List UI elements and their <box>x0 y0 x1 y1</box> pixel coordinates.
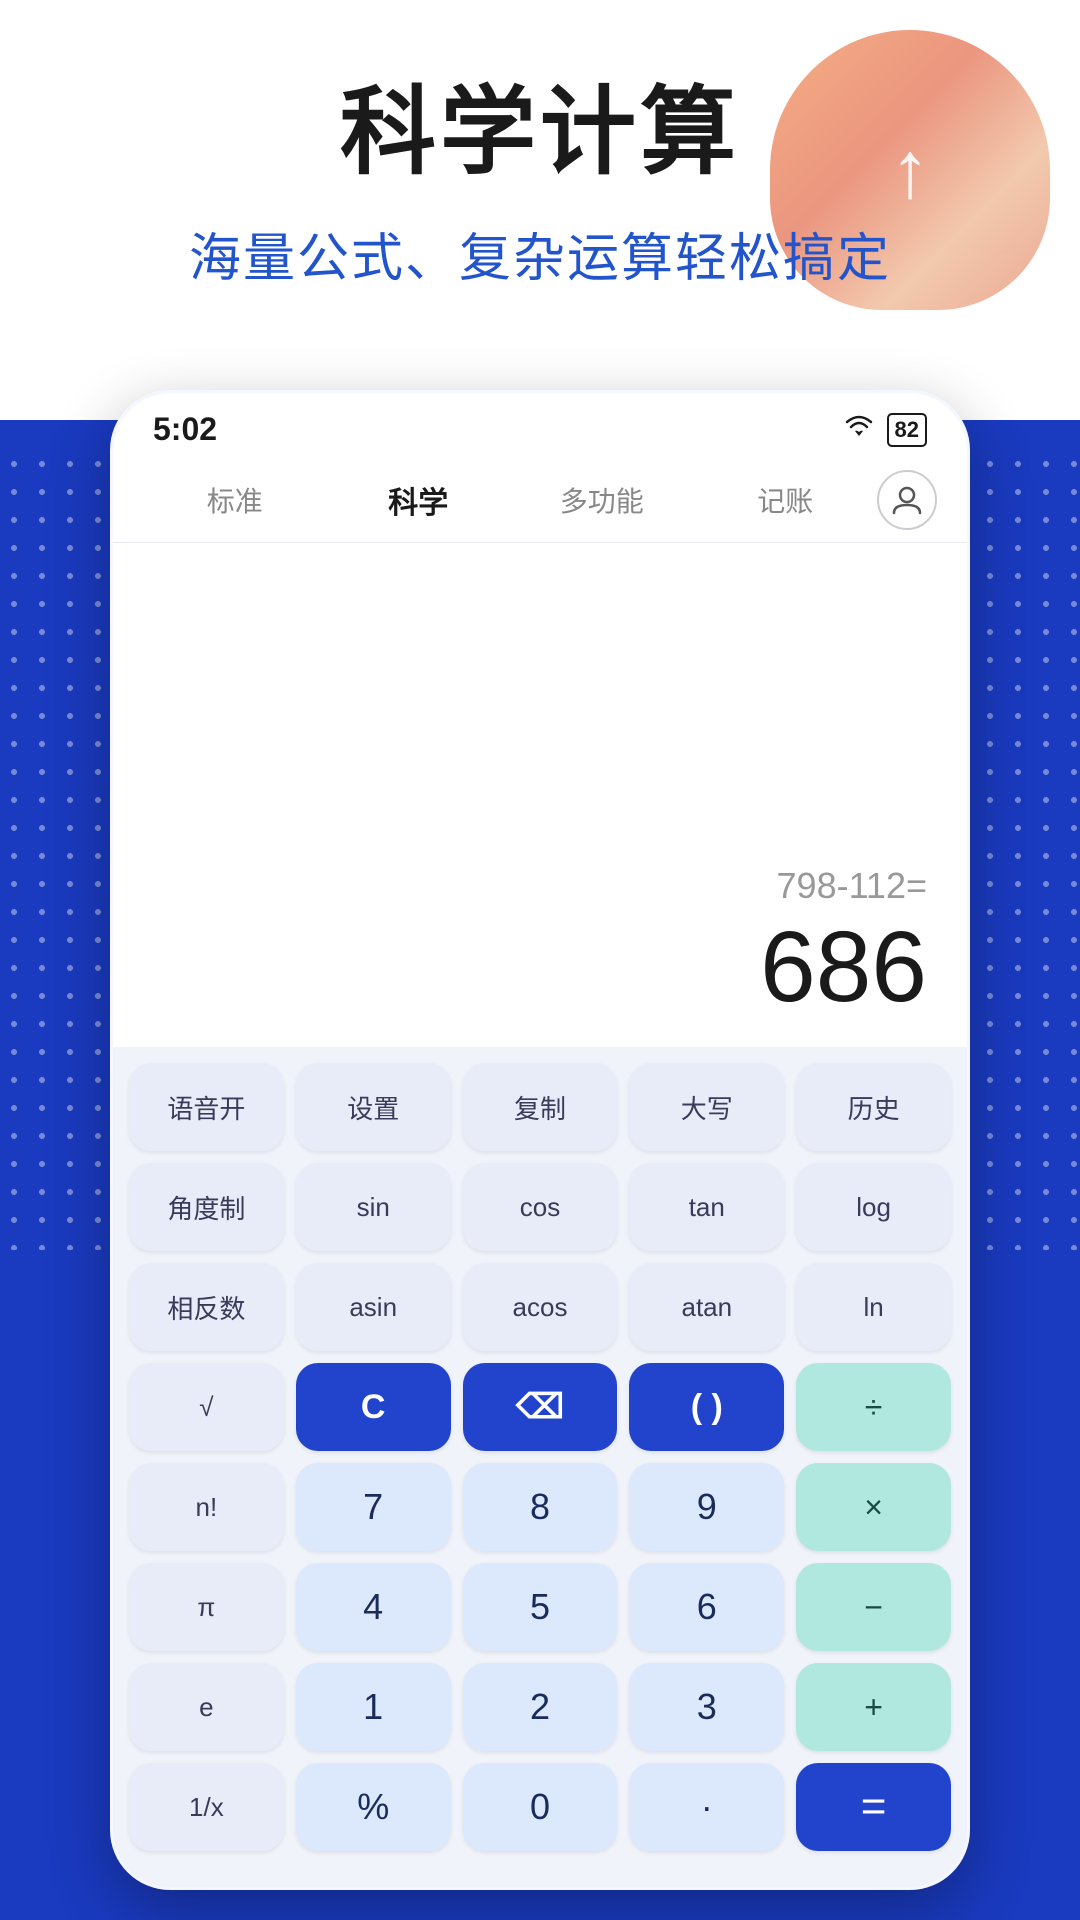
key-1[interactable]: 1 <box>296 1663 451 1751</box>
key-sin[interactable]: sin <box>296 1163 451 1251</box>
key-row-2: 角度制 sin cos tan log <box>129 1163 951 1251</box>
tab-multifunction[interactable]: 多功能 <box>510 472 694 528</box>
header-section: 科学计算 海量公式、复杂运算轻松搞定 <box>0 80 1080 291</box>
profile-button[interactable] <box>877 470 937 530</box>
key-4[interactable]: 4 <box>296 1563 451 1651</box>
keypad: 语音开 设置 复制 大写 历史 角度制 sin cos tan log 相反数 … <box>113 1047 967 1887</box>
key-clear[interactable]: C <box>296 1363 451 1451</box>
status-bar: 5:02 82 <box>113 393 967 458</box>
display-area: 798-112= 686 <box>113 543 967 1047</box>
key-subtract[interactable]: − <box>796 1563 951 1651</box>
key-voice[interactable]: 语音开 <box>129 1063 284 1151</box>
key-negate[interactable]: 相反数 <box>129 1263 284 1351</box>
expression-display: 798-112= <box>777 865 927 907</box>
key-multiply[interactable]: × <box>796 1463 951 1551</box>
key-pi[interactable]: π <box>129 1563 284 1651</box>
battery-level: 82 <box>895 417 919 443</box>
wifi-icon <box>843 414 875 445</box>
key-row-5: n! 7 8 9 × <box>129 1463 951 1551</box>
key-8[interactable]: 8 <box>463 1463 618 1551</box>
key-9[interactable]: 9 <box>629 1463 784 1551</box>
key-atan[interactable]: atan <box>629 1263 784 1351</box>
battery-indicator: 82 <box>887 413 927 447</box>
key-tan[interactable]: tan <box>629 1163 784 1251</box>
tab-bookkeeping[interactable]: 记账 <box>694 472 878 528</box>
key-row-1: 语音开 设置 复制 大写 历史 <box>129 1063 951 1151</box>
key-row-3: 相反数 asin acos atan ln <box>129 1263 951 1351</box>
key-copy[interactable]: 复制 <box>463 1063 618 1151</box>
key-asin[interactable]: asin <box>296 1263 451 1351</box>
key-row-4: √ C ⌫ ( ) ÷ <box>129 1363 951 1451</box>
tab-science[interactable]: 科学 <box>327 470 511 530</box>
key-degree[interactable]: 角度制 <box>129 1163 284 1251</box>
status-icons: 82 <box>843 413 927 447</box>
key-0[interactable]: 0 <box>463 1763 618 1851</box>
key-3[interactable]: 3 <box>629 1663 784 1751</box>
key-ln[interactable]: ln <box>796 1263 951 1351</box>
key-uppercase[interactable]: 大写 <box>629 1063 784 1151</box>
key-2[interactable]: 2 <box>463 1663 618 1751</box>
tab-standard[interactable]: 标准 <box>143 472 327 528</box>
nav-tabs: 标准 科学 多功能 记账 <box>113 458 967 543</box>
key-divide[interactable]: ÷ <box>796 1363 951 1451</box>
key-add[interactable]: + <box>796 1663 951 1751</box>
key-percent[interactable]: % <box>296 1763 451 1851</box>
key-history[interactable]: 历史 <box>796 1063 951 1151</box>
key-settings[interactable]: 设置 <box>296 1063 451 1151</box>
key-backspace[interactable]: ⌫ <box>463 1363 618 1451</box>
key-row-7: e 1 2 3 + <box>129 1663 951 1751</box>
key-cos[interactable]: cos <box>463 1163 618 1251</box>
key-acos[interactable]: acos <box>463 1263 618 1351</box>
key-euler[interactable]: e <box>129 1663 284 1751</box>
key-paren[interactable]: ( ) <box>629 1363 784 1451</box>
sub-title: 海量公式、复杂运算轻松搞定 <box>60 216 1020 291</box>
key-decimal[interactable]: · <box>629 1763 784 1851</box>
key-log[interactable]: log <box>796 1163 951 1251</box>
phone-mockup: 5:02 82 标准 科学 多功能 记账 <box>110 390 970 1890</box>
key-row-6: π 4 5 6 − <box>129 1563 951 1651</box>
main-title: 科学计算 <box>60 80 1020 186</box>
key-equals[interactable]: = <box>796 1763 951 1851</box>
status-time: 5:02 <box>153 411 217 448</box>
result-display: 686 <box>760 917 927 1017</box>
key-reciprocal[interactable]: 1/x <box>129 1763 284 1851</box>
key-row-8: 1/x % 0 · = <box>129 1763 951 1851</box>
key-7[interactable]: 7 <box>296 1463 451 1551</box>
key-6[interactable]: 6 <box>629 1563 784 1651</box>
phone-inner: 5:02 82 标准 科学 多功能 记账 <box>113 393 967 1887</box>
key-5[interactable]: 5 <box>463 1563 618 1651</box>
key-factorial[interactable]: n! <box>129 1463 284 1551</box>
key-sqrt[interactable]: √ <box>129 1363 284 1451</box>
